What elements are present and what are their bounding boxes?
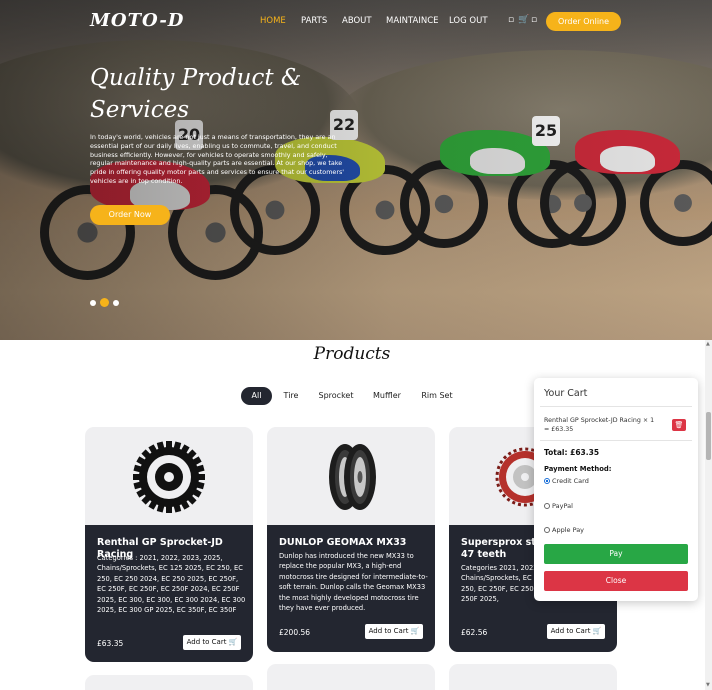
scrollbar-thumb[interactable]	[706, 412, 711, 460]
radio-button[interactable]	[544, 503, 550, 509]
add-to-cart-button[interactable]: Add to Cart 🛒	[365, 624, 423, 639]
filter-all[interactable]: All	[241, 387, 272, 405]
filter-muffler[interactable]: Muffler	[370, 387, 404, 405]
payment-method-label: Payment Method:	[544, 465, 612, 473]
product-card-partial	[85, 675, 253, 690]
cart-icon[interactable]: 🛒	[518, 15, 529, 25]
carousel-dot-active[interactable]	[100, 298, 109, 307]
filter-sprocket[interactable]: Sprocket	[317, 387, 355, 405]
product-description: Dunlop has introduced the new MX33 to re…	[279, 552, 428, 613]
product-price: £63.35	[97, 639, 124, 648]
cart-item: Renthal GP Sprocket-JD Racing × 1 = £63.…	[544, 417, 655, 433]
hero-title: Quality Product & Services	[90, 65, 302, 123]
payment-option-label: PayPal	[552, 502, 573, 510]
trash-icon[interactable]: 🗑	[672, 419, 686, 431]
radio-button[interactable]	[544, 527, 550, 533]
nav-about[interactable]: ABOUT	[342, 16, 372, 26]
products-heading: Products	[313, 344, 391, 364]
nav-maintaince[interactable]: MAINTAINCE	[386, 16, 439, 26]
carousel-dot[interactable]	[113, 300, 119, 306]
product-card: DUNLOP GEOMAX MX33 Dunlop has introduced…	[267, 427, 435, 652]
product-price: £62.56	[461, 628, 488, 637]
payment-option-label: Apple Pay	[552, 526, 585, 534]
sprocket-icon	[133, 441, 205, 513]
product-card-partial	[449, 664, 617, 690]
product-card: Renthal GP Sprocket-JD Racing Categories…	[85, 427, 253, 662]
carousel-indicators	[90, 298, 130, 308]
product-price: £200.56	[279, 628, 311, 637]
add-to-cart-button[interactable]: Add to Cart 🛒	[183, 635, 241, 650]
radio-button[interactable]	[544, 478, 550, 484]
product-card-partial	[267, 664, 435, 690]
cart-total: Total: £63.35	[544, 448, 600, 457]
nav-home[interactable]: HOME	[260, 16, 286, 26]
square-icon[interactable]: ▫	[531, 15, 537, 25]
carousel-dot[interactable]	[90, 300, 96, 306]
nav-logout[interactable]: LOG OUT	[449, 16, 488, 26]
close-button[interactable]: Close	[544, 571, 688, 591]
filter-tire[interactable]: Tire	[279, 387, 303, 405]
filter-rim-set[interactable]: Rim Set	[419, 387, 455, 405]
payment-option-label: Credit Card	[552, 477, 589, 485]
order-now-button[interactable]: Order Now	[90, 205, 170, 225]
page-root: 20 22 25 MOTO-D HOME PARTS ABOUT	[0, 0, 712, 690]
nav-parts[interactable]: PARTS	[301, 16, 327, 26]
hero-description: In today's world, vehicles are not just …	[90, 133, 345, 185]
scroll-down-icon[interactable]: ▼	[706, 682, 710, 688]
hero-banner: 20 22 25 MOTO-D HOME PARTS ABOUT	[0, 0, 712, 340]
brand-logo[interactable]: MOTO-D	[90, 10, 184, 31]
cart-divider	[540, 406, 692, 407]
payment-option-apple-pay[interactable]: Apple Pay	[544, 525, 584, 535]
scrollbar-track[interactable]	[705, 340, 712, 690]
add-to-cart-button[interactable]: Add to Cart 🛒	[547, 624, 605, 639]
square-icon[interactable]: ▫	[508, 15, 514, 25]
payment-option-credit-card[interactable]: Credit Card	[544, 476, 589, 486]
pay-button[interactable]: Pay	[544, 544, 688, 564]
product-description: Categories : 2021, 2022, 2023, 2025, Cha…	[97, 554, 246, 615]
navbar: MOTO-D HOME PARTS ABOUT MAINTAINCE LOG O…	[0, 0, 712, 42]
product-title: DUNLOP GEOMAX MX33	[279, 537, 407, 548]
order-online-button[interactable]: Order Online	[546, 12, 621, 31]
payment-option-paypal[interactable]: PayPal	[544, 501, 573, 511]
cart-divider	[540, 440, 692, 441]
product-image-area	[85, 427, 253, 525]
product-image-area	[267, 427, 435, 525]
scroll-up-icon[interactable]: ▲	[706, 341, 710, 347]
tire-icon	[329, 444, 376, 510]
cart-title: Your Cart	[544, 388, 588, 399]
cart-panel: Your Cart Renthal GP Sprocket-JD Racing …	[534, 378, 698, 601]
